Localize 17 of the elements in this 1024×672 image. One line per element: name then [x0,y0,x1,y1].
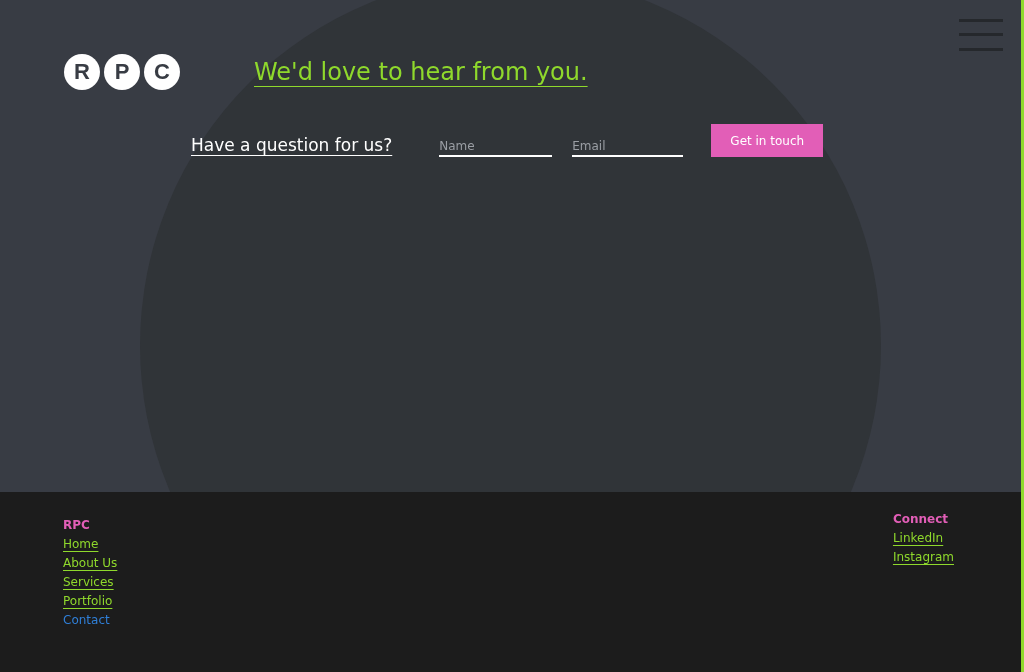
logo-letter: R [64,54,100,90]
form-prompt: Have a question for us? [191,135,393,155]
heading: We'd love to hear from you. [254,58,588,86]
menu-icon[interactable] [959,18,1003,52]
footer-link[interactable]: LinkedIn [892,531,944,545]
footer-link[interactable]: Services [63,575,114,589]
email-field[interactable]: Email [572,137,684,157]
logo-letter: C [144,54,180,90]
footer-heading: Connect [892,512,949,526]
footer-link[interactable]: Home [63,537,99,551]
footer-link[interactable]: About Us [63,556,118,570]
footer-link[interactable]: Instagram [892,550,954,564]
footer-link[interactable]: Portfolio [63,594,113,608]
footer-link[interactable]: Contact [63,613,110,627]
footer-heading: RPC [63,518,90,532]
logo-letter: P [104,54,140,90]
name-field[interactable]: Name [439,137,553,157]
